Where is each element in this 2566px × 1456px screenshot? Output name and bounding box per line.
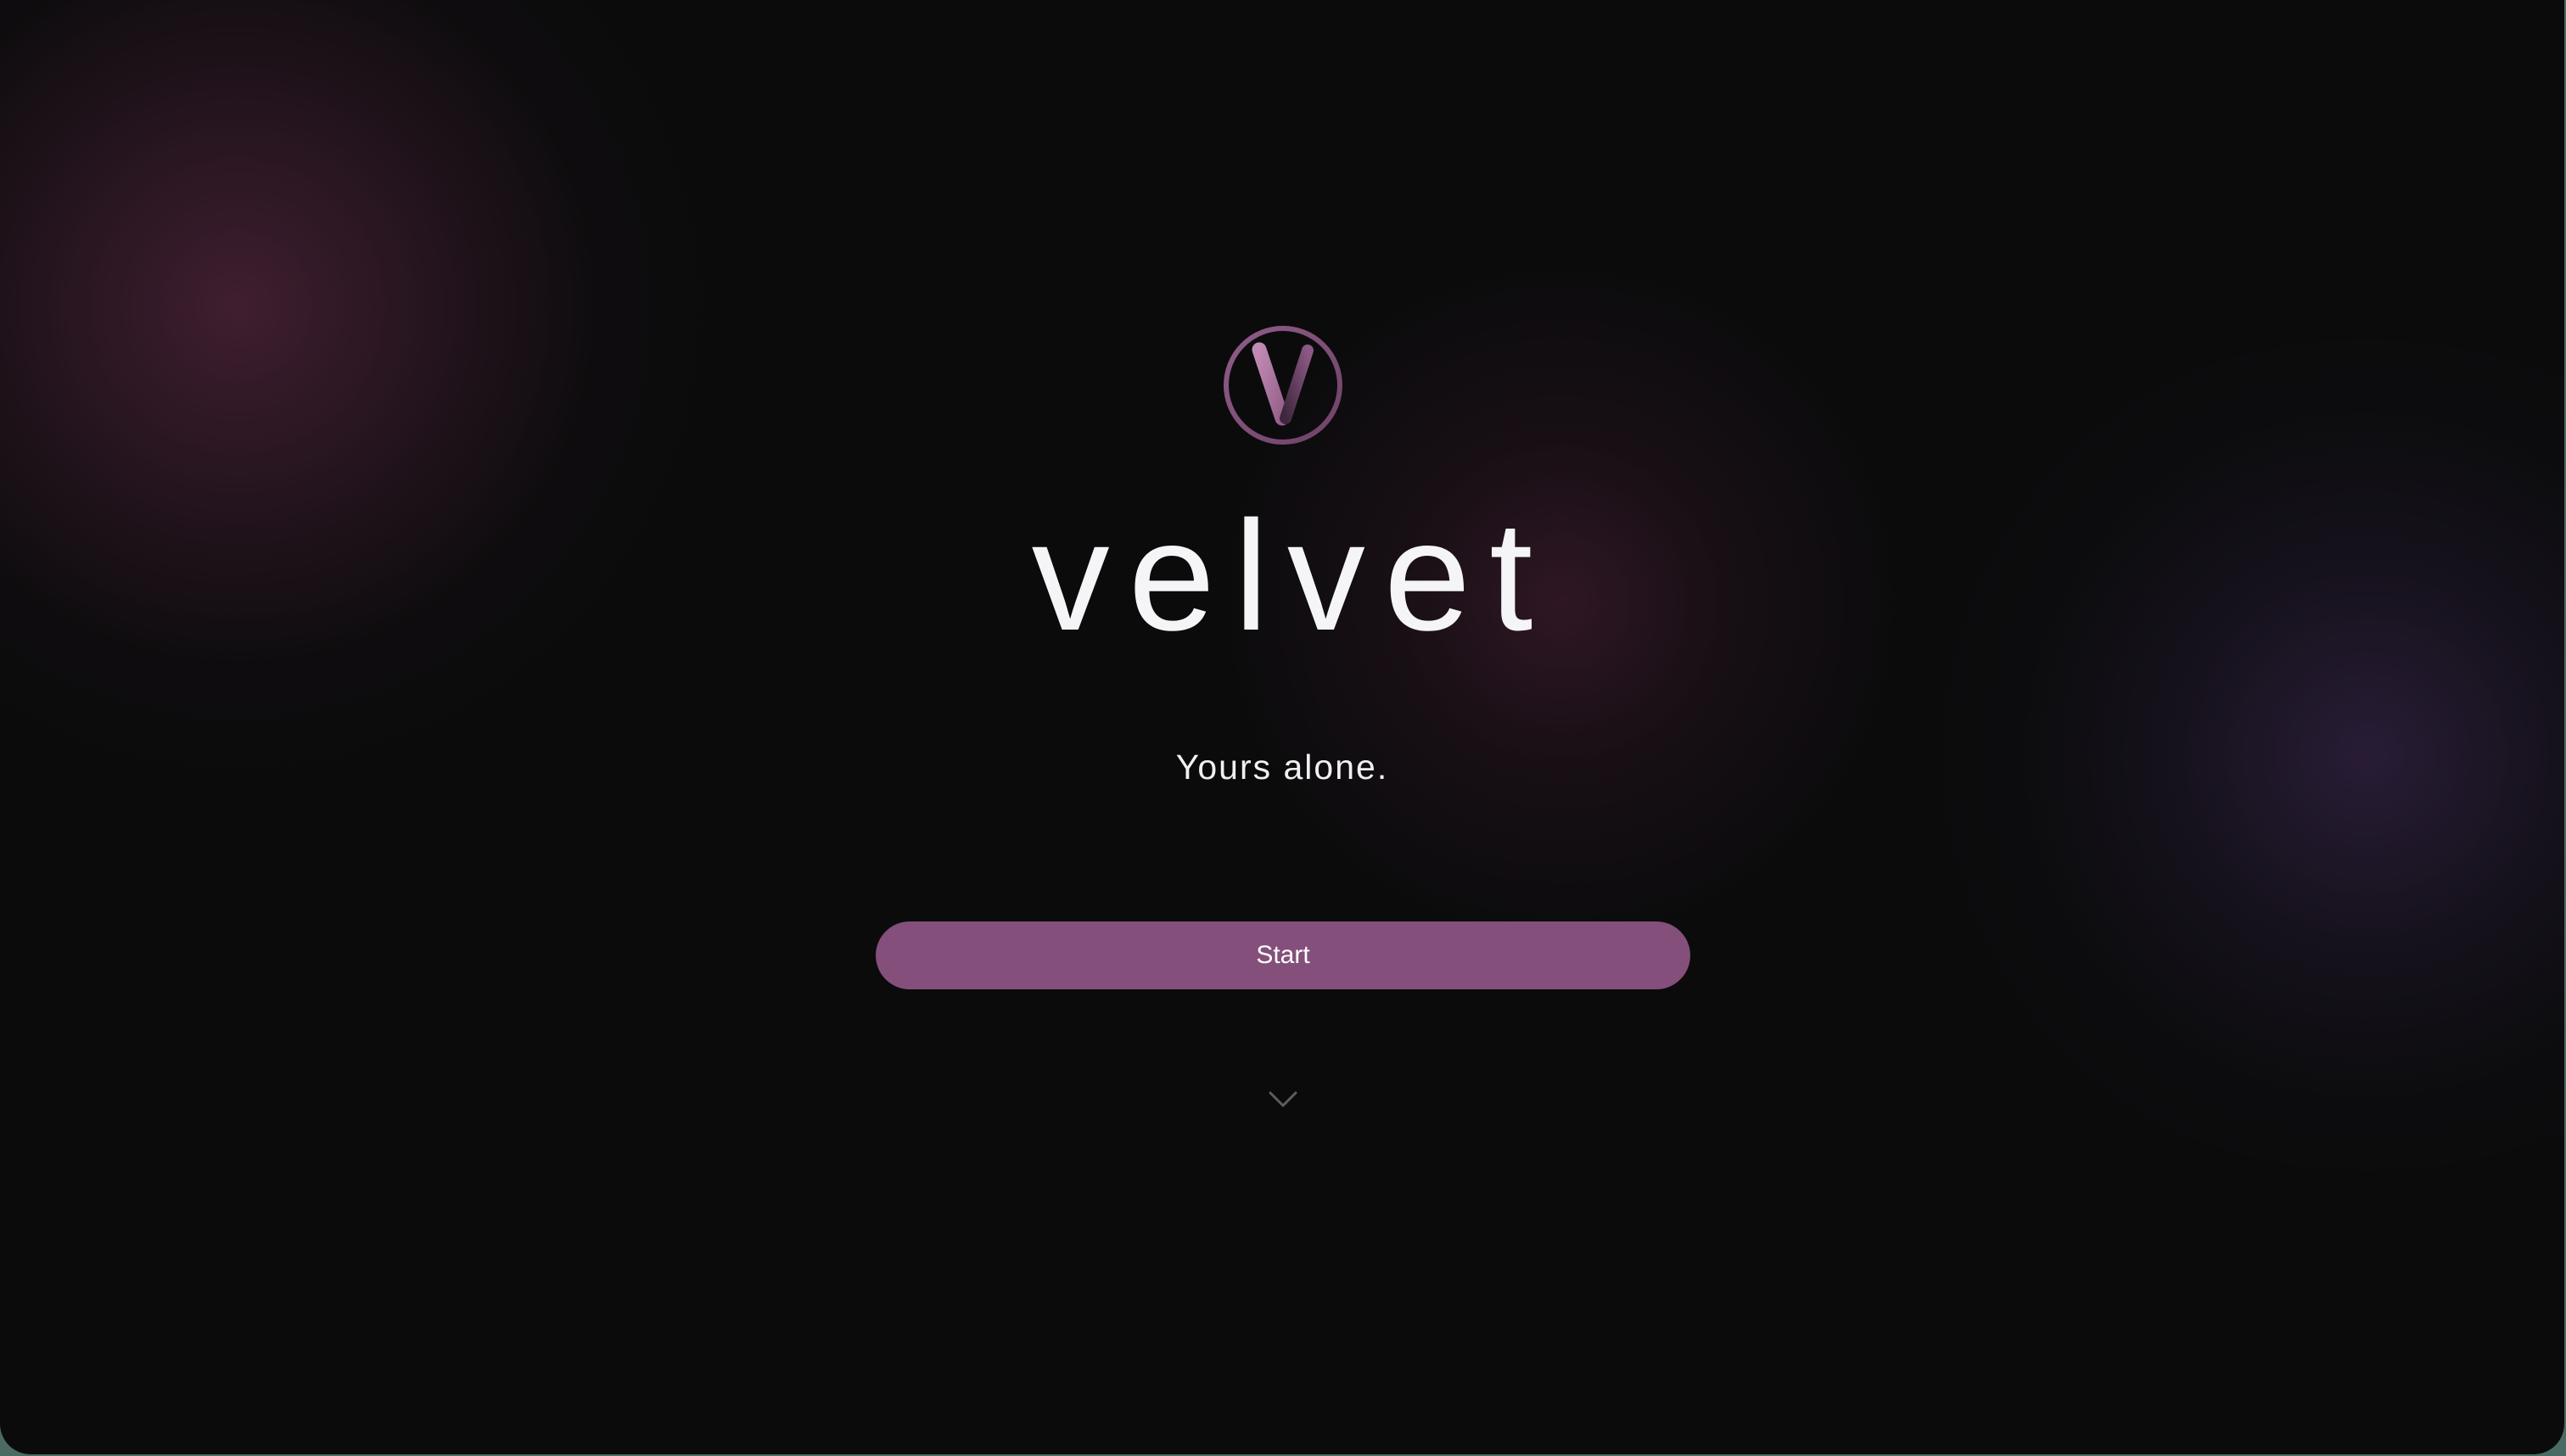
chevron-down-icon[interactable] (1268, 1089, 1298, 1110)
start-button[interactable]: Start (876, 921, 1690, 989)
app-name: velvet (1031, 488, 1552, 663)
background-glow-left (0, 0, 730, 798)
tagline: Yours alone. (1175, 748, 1389, 787)
velvet-v-logo-icon (1221, 323, 1345, 447)
app-window: velvet Yours alone. Start (0, 0, 2564, 1454)
